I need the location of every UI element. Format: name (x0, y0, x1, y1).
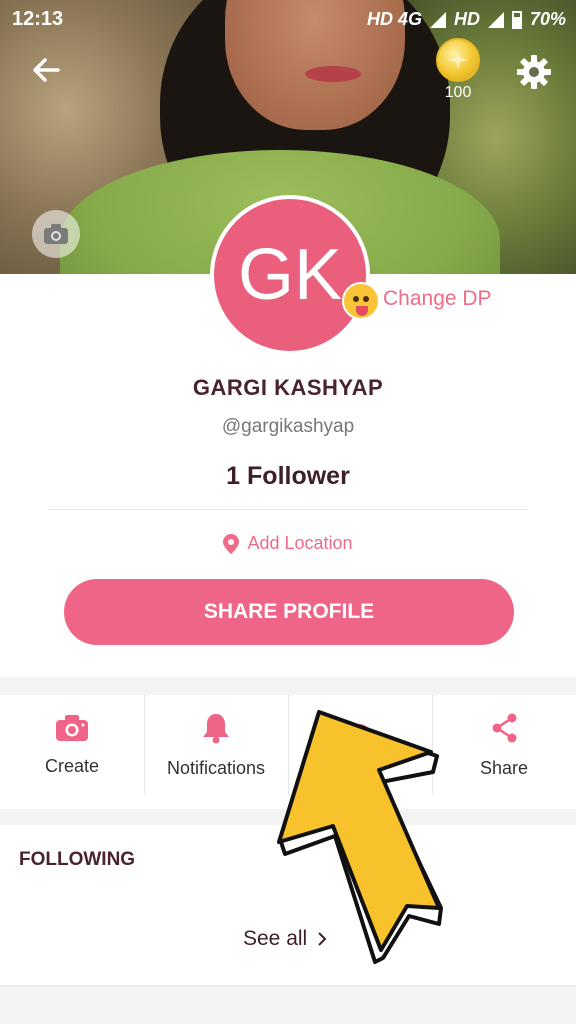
status-bar: 12:13 HD 4G HD 70% (0, 0, 576, 40)
share-profile-button[interactable]: SHARE PROFILE (64, 579, 514, 645)
profile-handle: @gargikashyap (221, 416, 355, 437)
divider (48, 509, 528, 510)
section-separator (0, 677, 576, 695)
signal-icon (429, 11, 446, 28)
avatar[interactable]: GK (210, 195, 370, 355)
create-action[interactable]: Create (0, 695, 144, 795)
camera-icon (44, 224, 68, 244)
share-action[interactable]: Share (432, 695, 576, 795)
action-label: Share (479, 757, 529, 778)
notifications-action[interactable]: Notifications (144, 695, 288, 795)
action-label: Notifications (166, 757, 266, 778)
status-time: 12:13 (12, 8, 64, 30)
following-heading: FOLLOWING (19, 849, 136, 870)
bell-icon (203, 713, 229, 743)
add-location-label: Add Location (247, 533, 353, 553)
back-arrow-icon (33, 58, 60, 82)
gear-icon (517, 55, 551, 89)
settings-button[interactable] (514, 52, 554, 92)
signal-icon-2 (487, 11, 504, 28)
change-cover-button[interactable] (32, 210, 80, 258)
camera-icon (56, 714, 88, 741)
coin-icon[interactable] (436, 38, 480, 82)
battery-icon (511, 10, 522, 29)
location-pin-icon (223, 533, 240, 554)
coin-symbol (448, 50, 468, 70)
back-button[interactable] (28, 52, 64, 88)
share-icon (492, 713, 517, 742)
bottom-section (0, 985, 576, 1024)
annotation-arrow-icon (277, 710, 443, 964)
cover-lips (305, 66, 361, 82)
followers-count[interactable]: 1 Follower (0, 462, 576, 491)
tongue-emoji-icon[interactable] (342, 282, 380, 320)
coin-count: 100 (444, 84, 472, 101)
battery-level: 70% (529, 9, 566, 29)
status-indicators: HD 4G HD 70% (367, 9, 566, 30)
add-location-link[interactable]: Add Location (0, 533, 576, 554)
profile-name: GARGI KASHYAP (192, 375, 384, 400)
network-label-2: HD (453, 9, 480, 29)
network-label: HD 4G (366, 9, 422, 29)
action-label: Create (44, 755, 100, 776)
change-dp-link[interactable]: Change DP (383, 287, 492, 311)
emoji-tongue (356, 306, 368, 316)
